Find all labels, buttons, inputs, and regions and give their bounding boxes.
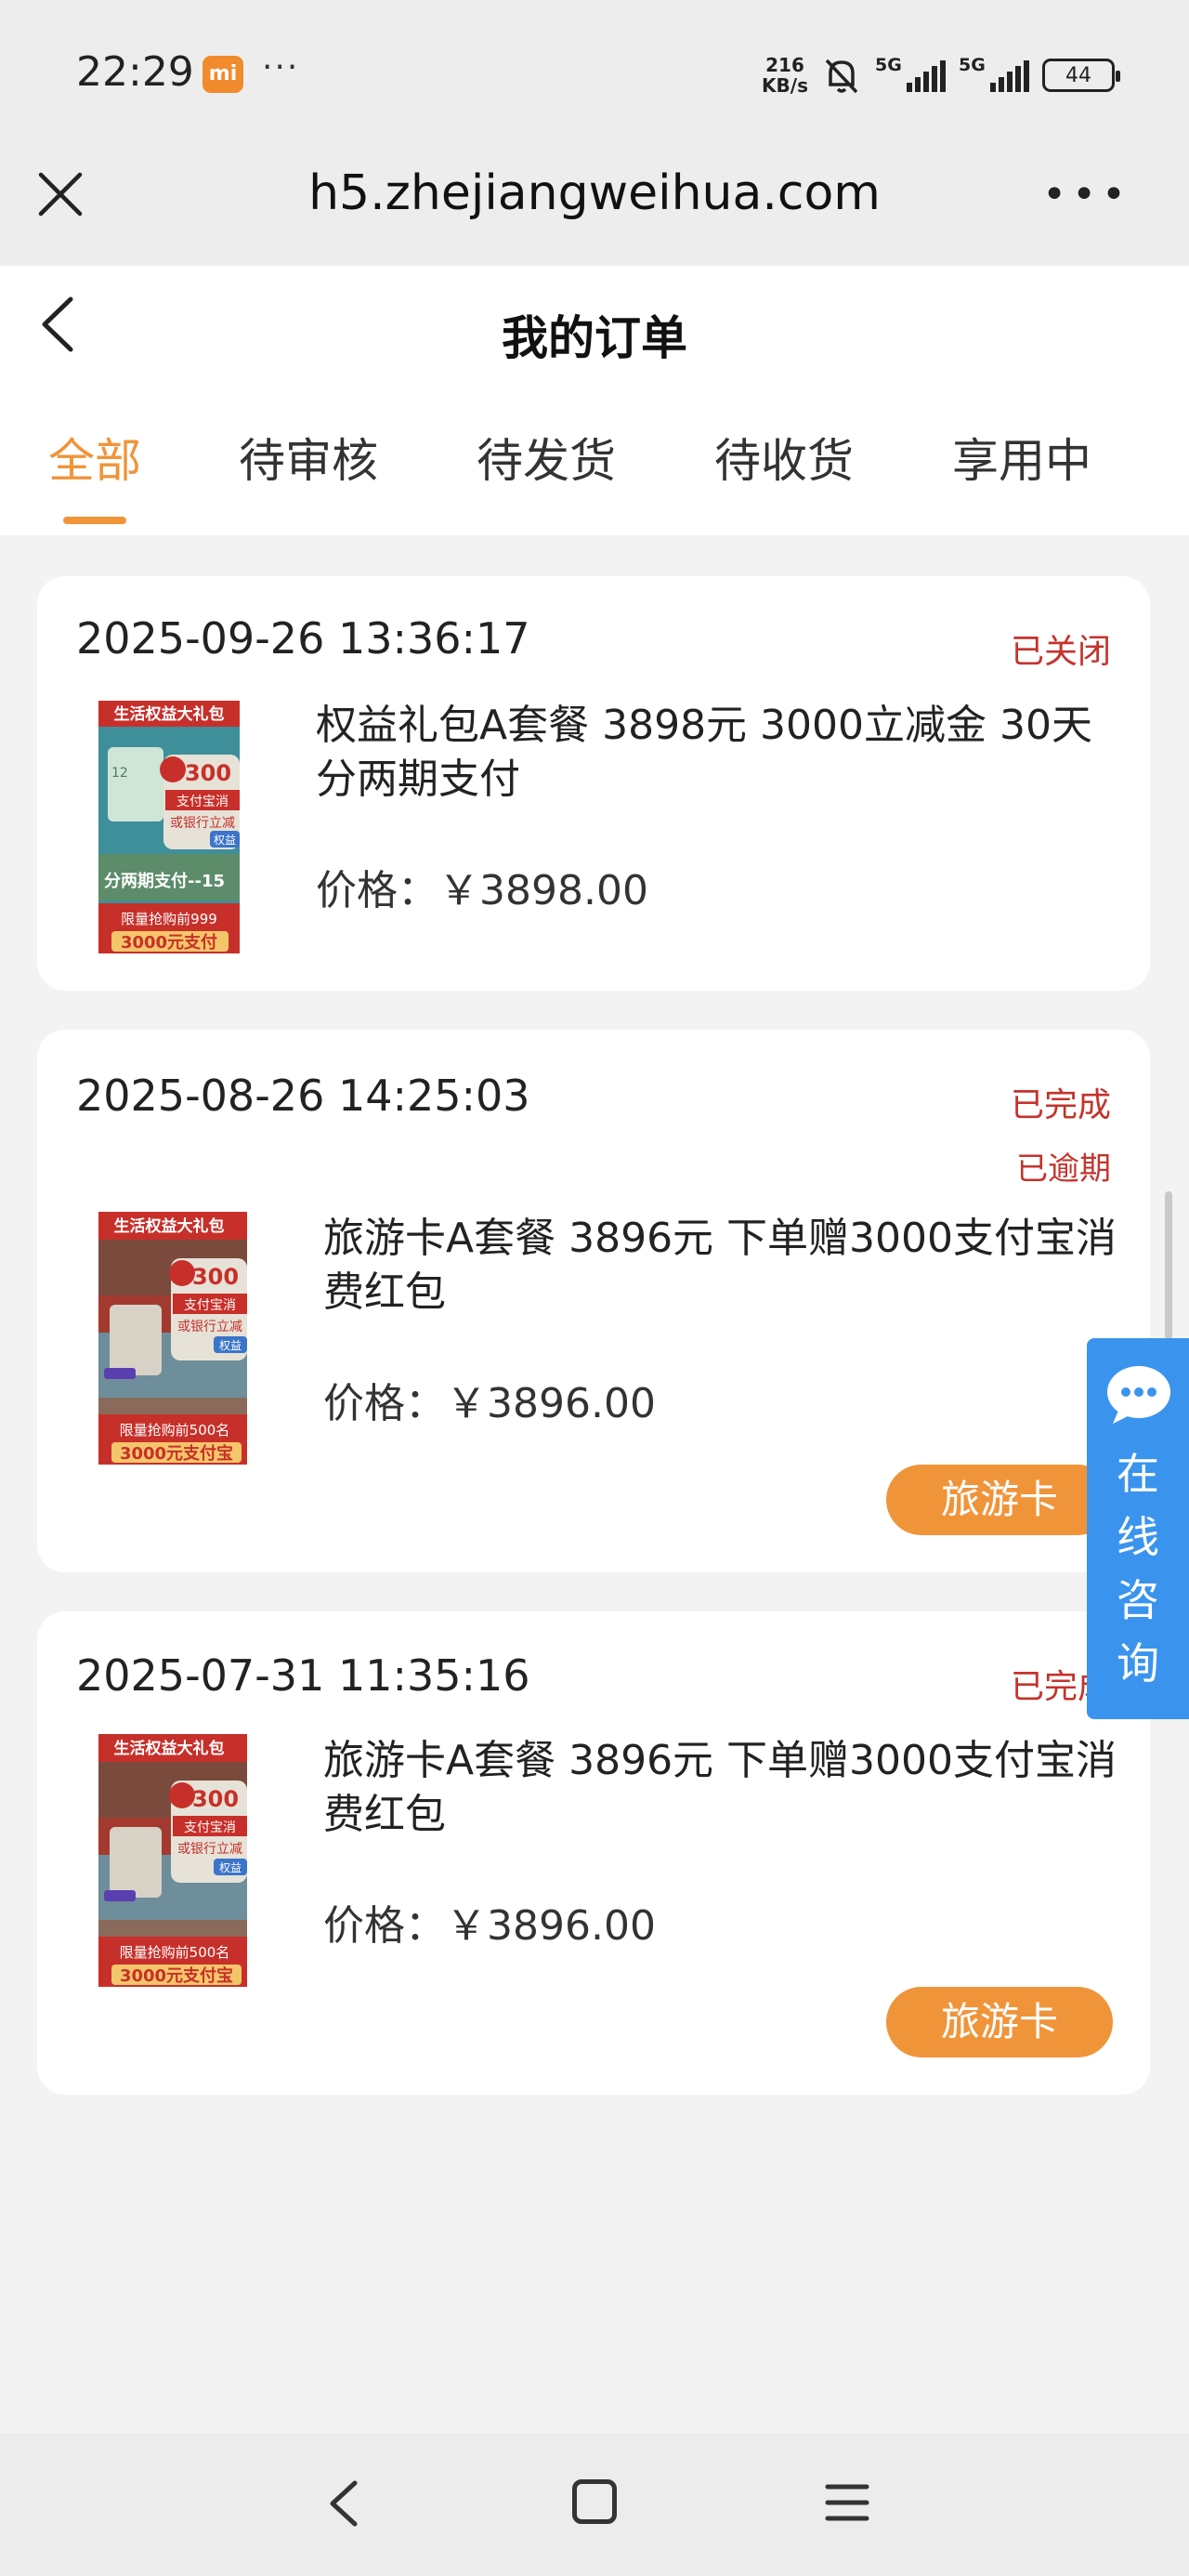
page-url: h5.zhejiangweihua.com: [308, 165, 881, 221]
product-price: 价格：￥3896.00: [323, 1902, 656, 1950]
order-card[interactable]: 2025-07-31 11:35:16 已完成 生活权益大礼包 300 支付宝消…: [37, 1611, 1150, 2095]
tab-pending-review[interactable]: 待审核: [206, 424, 411, 491]
product-price: 价格：￥3898.00: [316, 867, 648, 914]
order-tabs: 全部 待审核 待发货 待收货 享用中: [0, 424, 1189, 526]
battery-icon: 44: [1042, 59, 1120, 92]
network-speed: 216 KB/s: [762, 55, 808, 96]
consult-char: 在: [1117, 1449, 1159, 1499]
thumb-tag: 权益: [219, 1339, 242, 1352]
thumb-tag: 权益: [214, 834, 236, 847]
thumb-banner: 生活权益大礼包: [114, 1739, 225, 1758]
more-notifications-icon: ···: [262, 48, 300, 86]
nav-menu-icon[interactable]: [825, 2481, 869, 2524]
thumb-banner: 生活权益大礼包: [114, 704, 225, 724]
thumb-tag: 权益: [219, 1861, 242, 1874]
nav-home-icon[interactable]: [572, 2479, 617, 2524]
online-consult-label: 在 线 咨 询: [1087, 1442, 1189, 1695]
mi-app-icon: mi: [203, 56, 243, 93]
sim2-label: 5G: [959, 55, 986, 75]
order-time: 2025-08-26 14:25:03: [76, 1071, 530, 1121]
product-name: 旅游卡A套餐 3896元 下单赠3000支付宝消费红包: [323, 1737, 1117, 1838]
thumb-bottom: 3000元支付: [121, 932, 217, 953]
order-time: 2025-07-31 11:35:16: [76, 1650, 530, 1701]
signal-sim1-icon: 5G: [875, 55, 946, 92]
sim1-label: 5G: [875, 55, 902, 75]
order-status: 已关闭: [1010, 633, 1111, 671]
network-speed-unit: KB/s: [762, 74, 808, 97]
thumb-limit: 限量抢购前500名: [120, 1944, 230, 1961]
thumb-amount: 300: [192, 1264, 239, 1290]
order-status: 已完成: [1010, 1086, 1111, 1124]
product-name: 权益礼包A套餐 3898元 3000立减金 30天分两期支付: [316, 702, 1092, 803]
signal-sim2-icon: 5G: [959, 55, 1029, 92]
thumb-limit: 限量抢购前500名: [120, 1422, 230, 1439]
thumb-line2: 或银行立减: [170, 816, 235, 831]
thumb-banner: 生活权益大礼包: [114, 1216, 225, 1236]
nav-back-icon[interactable]: [325, 2477, 362, 2530]
thumb-limit: 限量抢购前999: [121, 911, 217, 927]
travel-card-button[interactable]: 旅游卡: [886, 1987, 1113, 2057]
product-thumbnail[interactable]: 生活权益大礼包 300 支付宝消 或银行立减 权益 限量抢购前500名 3000…: [98, 1734, 247, 1987]
product-name: 旅游卡A套餐 3896元 下单赠3000支付宝消费红包: [323, 1215, 1117, 1316]
tab-pending-receipt[interactable]: 待收货: [682, 424, 886, 491]
bell-muted-icon: [825, 59, 858, 94]
product-price: 价格：￥3896.00: [323, 1380, 656, 1427]
product-thumbnail[interactable]: 生活权益大礼包 300 支付宝消 或银行立减 权益 限量抢购前500名 3000…: [98, 1212, 247, 1465]
thumb-line1: 支付宝消: [184, 1820, 236, 1835]
more-options-icon[interactable]: •••: [1042, 175, 1131, 216]
status-bar: 22:29 mi ··· 216 KB/s 5G 5G 44: [0, 0, 1189, 139]
online-consult-button[interactable]: 在 线 咨 询: [1087, 1338, 1189, 1719]
page-title: 我的订单: [502, 311, 687, 365]
status-time: 22:29: [76, 48, 194, 96]
thumb-line1: 支付宝消: [184, 1298, 236, 1313]
tab-in-use[interactable]: 享用中: [920, 424, 1124, 491]
overdue-status: 已逾期: [1016, 1150, 1111, 1188]
order-card[interactable]: 2025-09-26 13:36:17 已关闭 生活权益大礼包 12 300 支…: [37, 576, 1150, 991]
tab-pending-shipment[interactable]: 待发货: [444, 424, 648, 491]
battery-level: 44: [1065, 63, 1091, 87]
active-tab-indicator: [63, 517, 126, 524]
scrollbar[interactable]: [1165, 1191, 1172, 1340]
order-time: 2025-09-26 13:36:17: [76, 613, 530, 664]
thumb-line2: 或银行立减: [177, 1320, 242, 1334]
travel-card-button[interactable]: 旅游卡: [886, 1465, 1113, 1535]
thumb-bottom: 3000元支付宝: [120, 1443, 233, 1464]
consult-char: 咨: [1117, 1575, 1159, 1625]
consult-char: 线: [1117, 1512, 1159, 1562]
thumb-edge: 12: [111, 766, 128, 781]
network-speed-value: 216: [765, 54, 804, 76]
thumb-line1: 支付宝消: [176, 795, 229, 809]
thumb-amount: 300: [185, 760, 231, 786]
product-thumbnail[interactable]: 生活权益大礼包 12 300 支付宝消 或银行立减 权益 分两期支付--15 限…: [98, 701, 240, 953]
thumb-bottom: 3000元支付宝: [120, 1965, 233, 1986]
thumb-line2: 或银行立减: [177, 1842, 242, 1857]
tab-all[interactable]: 全部: [0, 424, 197, 491]
thumb-amount: 300: [192, 1786, 239, 1812]
consult-char: 询: [1117, 1638, 1159, 1689]
order-card[interactable]: 2025-08-26 14:25:03 已完成 已逾期 生活权益大礼包 300 …: [37, 1030, 1150, 1572]
thumb-period: 分两期支付--15: [104, 871, 225, 891]
status-indicators: 216 KB/s 5G 5G 44: [762, 52, 1120, 99]
chat-bubble-icon: [1107, 1366, 1170, 1424]
